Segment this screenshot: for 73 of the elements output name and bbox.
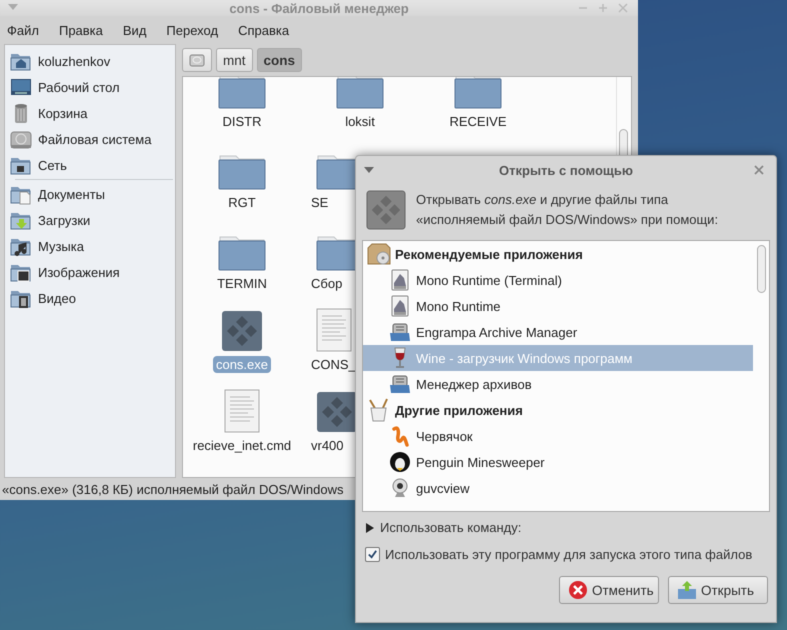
folder-icon <box>218 77 266 109</box>
app-page-icon <box>389 295 411 317</box>
file-name[interactable]: vr400 <box>308 437 347 454</box>
file-name[interactable]: RECEIVE <box>446 113 510 130</box>
command-expander[interactable]: Использовать команду: <box>356 512 776 535</box>
sidebar-item[interactable]: Загрузки <box>7 207 173 233</box>
menu-item[interactable]: Вид <box>122 22 146 38</box>
text-file-icon <box>224 389 260 433</box>
sidebar-item[interactable]: Документы <box>7 181 173 207</box>
folder-icon <box>218 235 266 271</box>
checkbox-label[interactable]: Использовать эту программу для запуска этого типа файлов <box>385 547 752 562</box>
text-file-icon <box>316 308 352 352</box>
file-name[interactable]: loksit <box>342 113 378 130</box>
file-name[interactable]: RGT <box>225 194 259 211</box>
window-title: cons - Файловый менеджер <box>229 0 409 16</box>
worm-icon <box>389 425 411 447</box>
file-name[interactable]: CONS_ <box>308 356 359 373</box>
path-button[interactable] <box>182 48 212 72</box>
checkbox[interactable] <box>365 547 380 562</box>
sidebar-item[interactable]: koluzhenkov <box>7 48 173 74</box>
status-bar-text: «cons.exe» (316,8 КБ) исполняемый файл DOS/Windows <box>1 482 344 496</box>
hard-drive-icon <box>189 52 205 68</box>
folder-icon <box>454 77 502 109</box>
application-item[interactable]: Penguin Minesweeper <box>363 449 753 475</box>
cancel-button[interactable]: Отменить <box>559 576 659 604</box>
application-item[interactable]: Менеджер архивов <box>363 371 753 397</box>
file-name[interactable]: recieve_inet.cmd <box>190 437 294 454</box>
file-name[interactable]: TERMIN <box>214 275 270 292</box>
file-name[interactable]: Сбор <box>308 275 346 292</box>
open-button[interactable]: Открыть <box>668 576 768 604</box>
close-icon[interactable] <box>754 165 764 175</box>
window-menu-icon[interactable] <box>8 4 18 10</box>
description-text: Открывать cons.exe и другие файлы типа «исполняемый файл DOS/Windows» при помощи: <box>416 191 720 229</box>
menu-item[interactable]: Справка <box>238 22 290 38</box>
group-heading: Рекомендуемые приложения <box>395 246 583 262</box>
file-name[interactable]: DISTR <box>220 113 264 130</box>
app-page-icon <box>389 269 411 291</box>
executable-icon <box>366 190 406 230</box>
archive-icon <box>389 321 411 343</box>
sidebar-item[interactable]: Изображения <box>7 259 173 285</box>
sidebar-item[interactable]: Музыка <box>7 233 173 259</box>
path-button[interactable]: cons <box>256 48 302 72</box>
cancel-icon <box>568 580 588 600</box>
application-item[interactable]: guvcview <box>363 475 753 501</box>
menu-item[interactable]: Переход <box>166 22 218 38</box>
executable-icon <box>221 310 263 352</box>
sidebar-item[interactable]: Видео <box>7 285 173 311</box>
application-item[interactable]: Engrampa Archive Manager <box>363 319 753 345</box>
sidebar-item[interactable]: Сеть <box>7 152 173 178</box>
maximize-icon[interactable] <box>598 3 608 13</box>
sidebar-item[interactable]: Корзина <box>7 100 173 126</box>
path-button[interactable]: mnt <box>216 48 253 72</box>
penguin-icon <box>389 451 411 473</box>
application-item[interactable]: Mono Runtime (Terminal) <box>363 267 753 293</box>
brush-cup-icon <box>367 398 391 422</box>
executable-icon <box>316 391 358 433</box>
package-icon <box>367 242 391 266</box>
folder-icon <box>218 154 266 190</box>
sidebar-item[interactable]: Рабочий стол <box>7 74 173 100</box>
menu-item[interactable]: Файл <box>7 22 39 38</box>
window-menu-icon[interactable] <box>364 167 374 173</box>
folder-upload-icon <box>677 580 697 600</box>
application-item[interactable]: Червячок <box>363 423 753 449</box>
dialog-title: Открыть с помощью <box>499 162 633 178</box>
application-item[interactable]: Mono Runtime <box>363 293 753 319</box>
file-name[interactable]: SE <box>308 194 332 211</box>
folder-icon <box>336 77 384 109</box>
desktop-icon <box>10 76 32 98</box>
group-heading: Другие приложения <box>395 402 523 418</box>
menu-item[interactable]: Правка <box>58 22 103 38</box>
sidebar-item[interactable]: Файловая система <box>7 126 173 152</box>
close-icon[interactable] <box>618 3 628 13</box>
archive-icon <box>389 373 411 395</box>
